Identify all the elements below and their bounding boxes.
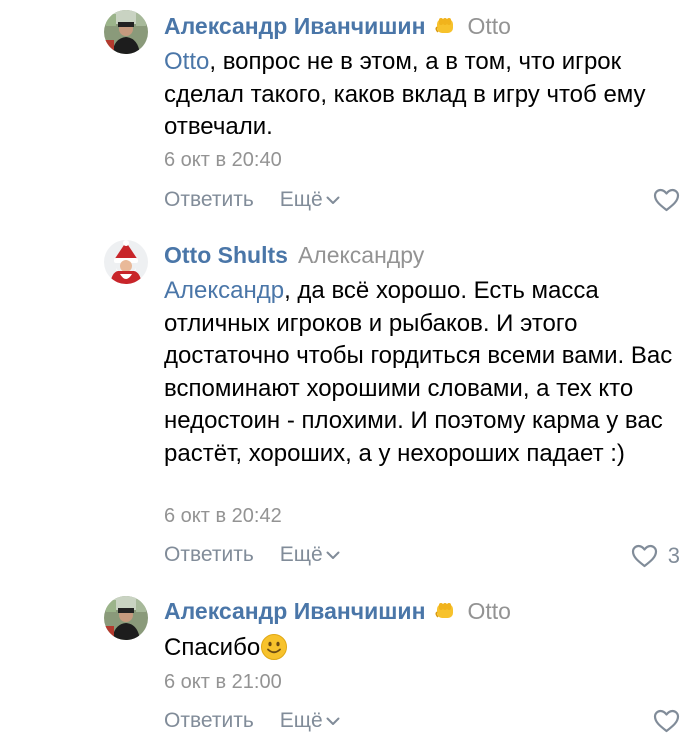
like-count: 3: [667, 543, 680, 568]
like-button[interactable]: 3: [631, 543, 680, 569]
reply-button[interactable]: Ответить: [164, 709, 254, 732]
comment-body: , вопрос не в этом, а в том, что игрок с…: [164, 48, 646, 140]
comment-date: 6 окт в 20:42: [164, 505, 282, 527]
comment-date: 6 окт в 21:00: [164, 671, 282, 693]
more-label: Ещё: [279, 709, 323, 732]
more-button[interactable]: Ещё: [280, 709, 340, 732]
author-name[interactable]: Александр Иванчишин: [164, 13, 425, 39]
comment-header: Александр Иванчишин Otto: [164, 597, 511, 625]
fist-emoji-icon: [435, 603, 454, 618]
comment-actions: Ответить Ещё: [164, 187, 340, 213]
avatar-photo: [104, 240, 148, 284]
mention-link[interactable]: Otto: [164, 48, 209, 75]
comment-actions: Ответить Ещё: [164, 708, 340, 734]
comment-body: , да всё хорошо. Есть масса отличных игр…: [164, 277, 673, 467]
heart-icon: [653, 709, 680, 733]
avatar-photo: [104, 596, 148, 640]
comment-header: Otto Shults Александру: [164, 241, 424, 269]
comment-date: 6 окт в 20:40: [164, 149, 282, 171]
chevron-down-icon: [326, 551, 340, 559]
more-button[interactable]: Ещё: [280, 188, 340, 211]
reply-to[interactable]: Александру: [298, 242, 424, 268]
comment-body: Спасибо: [164, 634, 261, 661]
fist-emoji-icon: [435, 18, 454, 33]
smile-emoji-icon: [261, 634, 288, 660]
like-button[interactable]: [653, 188, 680, 212]
avatar[interactable]: [104, 240, 148, 284]
reply-to[interactable]: Otto: [467, 598, 510, 624]
reply-button[interactable]: Ответить: [164, 188, 254, 211]
avatar-photo: [104, 10, 148, 54]
mention-link[interactable]: Александр: [164, 277, 284, 304]
more-label: Ещё: [279, 188, 323, 211]
comment-actions: Ответить Ещё: [164, 542, 340, 568]
comment-text: Александр, да всё хорошо. Есть масса отл…: [164, 275, 684, 470]
avatar[interactable]: [104, 10, 148, 54]
comment-text: Otto, вопрос не в этом, а в том, что игр…: [164, 46, 684, 144]
like-button[interactable]: [653, 709, 680, 733]
comment-text: Спасибо: [164, 632, 684, 665]
avatar[interactable]: [104, 596, 148, 640]
reply-button[interactable]: Ответить: [164, 543, 254, 566]
chevron-down-icon: [326, 717, 340, 725]
comment-header: Александр Иванчишин Otto: [164, 12, 511, 40]
more-label: Ещё: [279, 543, 323, 566]
heart-icon: [653, 188, 680, 212]
heart-icon: [631, 544, 657, 568]
reply-to[interactable]: Otto: [467, 13, 510, 39]
author-name[interactable]: Otto Shults: [164, 242, 288, 268]
author-name[interactable]: Александр Иванчишин: [164, 598, 425, 624]
chevron-down-icon: [326, 196, 340, 204]
more-button[interactable]: Ещё: [280, 543, 340, 566]
